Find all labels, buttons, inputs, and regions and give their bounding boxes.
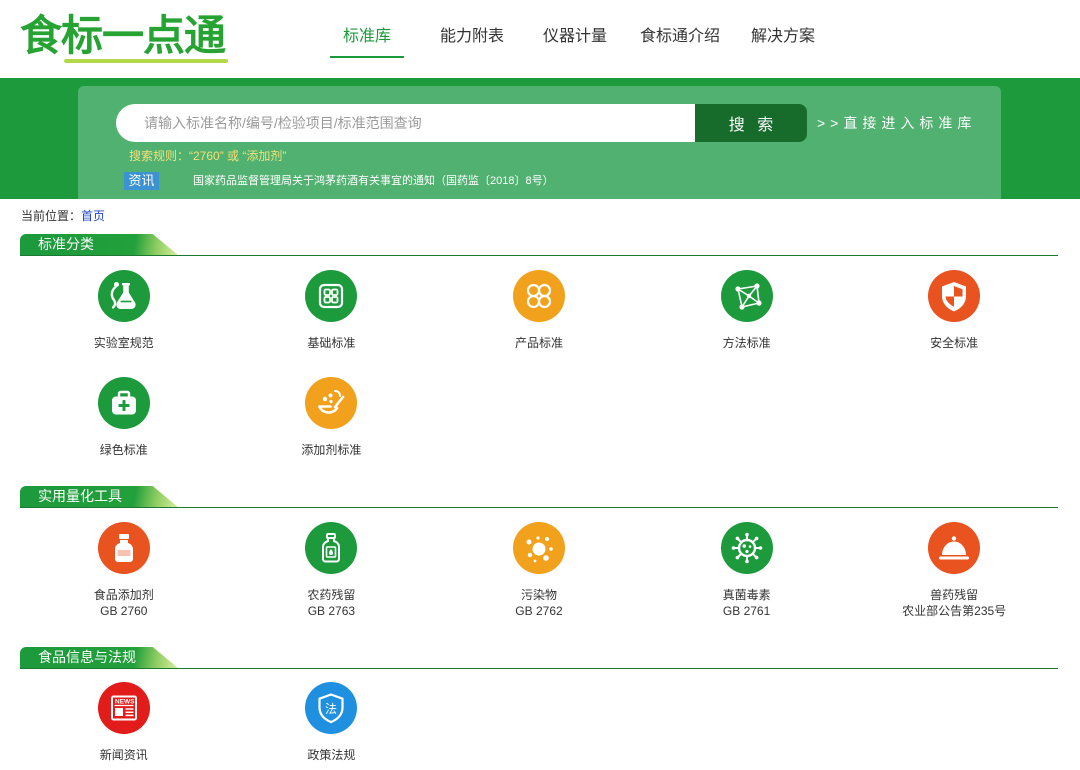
category-safety-standards[interactable]: 安全标准 [850, 270, 1058, 377]
nav-instrument-metrology[interactable]: 仪器计量 [530, 22, 620, 58]
tool-food-additives[interactable]: 食品添加剂 GB 2760 [20, 522, 228, 619]
main-nav: 标准库 能力附表 仪器计量 食标通介绍 解决方案 [0, 0, 1080, 78]
virus-icon[interactable] [720, 522, 773, 574]
section-header: 食品信息与法规 [20, 647, 1058, 669]
spoon-icon[interactable] [305, 377, 358, 429]
tool-pesticide-residues[interactable]: 农药残留 GB 2763 [228, 522, 436, 619]
tool-label[interactable]: 兽药残留 [930, 587, 978, 603]
search-rules: 搜索规则：“2760” 或 “添加剂” [129, 149, 286, 163]
search-banner: 搜 索 >>直接进入标准库 搜索规则：“2760” 或 “添加剂” 资讯 国家药… [0, 78, 1080, 199]
info-policies-regulations[interactable]: 法 政策法规 [228, 682, 436, 763]
section-header: 标准分类 [20, 234, 1058, 256]
info-label[interactable]: 政策法规 [307, 747, 355, 763]
bottle-icon[interactable] [97, 522, 150, 574]
tool-label[interactable]: 真菌毒素 [723, 587, 771, 603]
breadcrumb-prefix: 当前位置： [21, 209, 82, 223]
category-label[interactable]: 实验室规范 [94, 335, 154, 351]
cloche-icon[interactable] [928, 522, 981, 574]
category-method-standards[interactable]: 方法标准 [643, 270, 851, 377]
site-header: 食标一点通 标准库 能力附表 仪器计量 食标通介绍 解决方案 [0, 0, 1080, 78]
section-header: 实用量化工具 [20, 486, 1058, 508]
info-grid: NEWS 新闻资讯 法 政策法规 [20, 682, 1058, 763]
clover-icon[interactable] [512, 270, 565, 322]
tool-standard-code[interactable]: GB 2762 [515, 603, 562, 619]
tool-label[interactable]: 污染物 [521, 587, 557, 603]
section-quantification-tools: 实用量化工具 食品添加剂 GB 2760 农药残留 GB 2763 污染物 GB… [20, 486, 1058, 619]
nav-about[interactable]: 食标通介绍 [627, 22, 733, 58]
news-headline-link[interactable]: 国家药品监督管理局关于鸿茅药酒有关事宜的通知（国药监〔2018〕8号） [193, 172, 554, 190]
search-rules-label: 搜索规则： [129, 149, 190, 163]
section-standard-categories: 标准分类 实验室规范 基础标准 产品标准 方法标准 安全标准 绿色标准 添加剂标… [20, 234, 1058, 484]
tool-veterinary-drug-residues[interactable]: 兽药残留 农业部公告第235号 [850, 522, 1058, 619]
tool-label[interactable]: 农药残留 [307, 587, 355, 603]
category-label[interactable]: 添加剂标准 [301, 442, 361, 458]
pesticide-bottle-icon[interactable] [305, 522, 358, 574]
category-label[interactable]: 安全标准 [930, 335, 978, 351]
category-lab-standards[interactable]: 实验室规范 [20, 270, 228, 377]
category-basic-standards[interactable]: 基础标准 [228, 270, 436, 377]
lab-flask-icon[interactable] [97, 270, 150, 322]
search-input[interactable] [116, 104, 695, 142]
tool-mycotoxins[interactable]: 真菌毒素 GB 2761 [643, 522, 851, 619]
category-green-standards[interactable]: 绿色标准 [20, 377, 228, 484]
section-title: 实用量化工具 [20, 486, 178, 507]
tool-standard-code[interactable]: GB 2760 [100, 603, 147, 619]
breadcrumb-home-link[interactable]: 首页 [81, 209, 105, 223]
shield-icon[interactable] [928, 270, 981, 322]
network-icon[interactable] [720, 270, 773, 322]
info-news[interactable]: NEWS 新闻资讯 [20, 682, 228, 763]
nav-capability-schedule[interactable]: 能力附表 [427, 22, 517, 58]
search-button[interactable]: 搜 索 [695, 104, 807, 142]
news-icon[interactable]: NEWS [97, 682, 150, 734]
info-label[interactable]: 新闻资讯 [100, 747, 148, 763]
law-shield-icon[interactable]: 法 [305, 682, 358, 734]
category-product-standards[interactable]: 产品标准 [435, 270, 643, 377]
grid-icon[interactable] [305, 270, 358, 322]
category-label[interactable]: 基础标准 [307, 335, 355, 351]
tool-standard-code[interactable]: 农业部公告第235号 [902, 603, 1006, 619]
tool-grid: 食品添加剂 GB 2760 农药残留 GB 2763 污染物 GB 2762 真… [20, 522, 1058, 619]
news-icon-text: NEWS [115, 699, 135, 706]
enter-library-link[interactable]: >>直接进入标准库 [817, 104, 976, 142]
category-additive-standards[interactable]: 添加剂标准 [228, 377, 436, 484]
search-panel: 搜 索 >>直接进入标准库 搜索规则：“2760” 或 “添加剂” 资讯 国家药… [78, 86, 1001, 199]
breadcrumb: 当前位置：首页 [21, 208, 105, 224]
law-icon-text: 法 [325, 702, 337, 716]
section-food-info-regulations: 食品信息与法规 NEWS 新闻资讯 法 政策法规 [20, 647, 1058, 763]
nav-solutions[interactable]: 解决方案 [738, 22, 828, 58]
particles-icon[interactable] [512, 522, 565, 574]
category-grid: 实验室规范 基础标准 产品标准 方法标准 安全标准 绿色标准 添加剂标准 [20, 270, 1058, 484]
nav-standards-library[interactable]: 标准库 [330, 22, 405, 58]
category-label[interactable]: 绿色标准 [100, 442, 148, 458]
category-label[interactable]: 方法标准 [723, 335, 771, 351]
section-title: 标准分类 [20, 234, 178, 255]
first-aid-kit-icon[interactable] [97, 377, 150, 429]
tool-standard-code[interactable]: GB 2763 [308, 603, 355, 619]
tool-contaminants[interactable]: 污染物 GB 2762 [435, 522, 643, 619]
tool-label[interactable]: 食品添加剂 [94, 587, 154, 603]
section-title: 食品信息与法规 [20, 647, 178, 668]
tool-standard-code[interactable]: GB 2761 [723, 603, 770, 619]
search-rules-example: “2760” 或 “添加剂” [189, 149, 287, 163]
news-badge: 资讯 [124, 172, 159, 190]
category-label[interactable]: 产品标准 [515, 335, 563, 351]
